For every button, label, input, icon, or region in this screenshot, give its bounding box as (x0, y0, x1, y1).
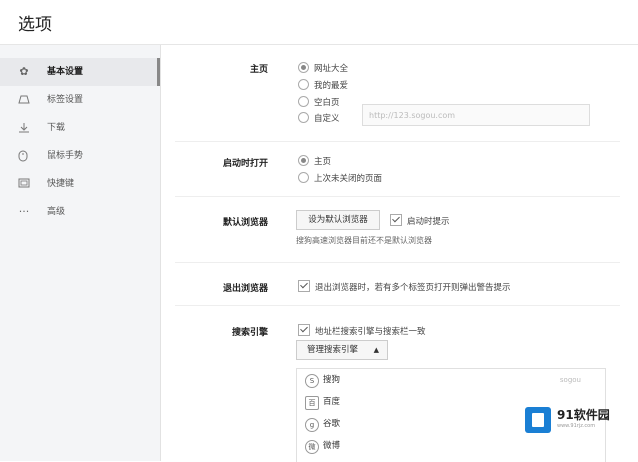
default-browser-note: 搜狗高速浏览器目前还不是默认浏览器 (296, 236, 432, 245)
exit-warning-checkbox[interactable]: 退出浏览器时，若有多个标签页打开则弹出警告提示 (298, 280, 511, 293)
gear-icon: ✿ (19, 65, 29, 78)
manage-search-engine-button[interactable]: 管理搜索引擎 ▲ (296, 340, 388, 360)
sidebar-item-label: 快捷键 (47, 179, 75, 189)
window-header: 选项 (0, 0, 638, 45)
sogou-icon: S (305, 374, 319, 388)
sidebar-item-basic[interactable]: ✿ 基本设置 (0, 58, 160, 86)
radio-icon (298, 112, 309, 123)
window-title: 选项 (18, 15, 52, 35)
sidebar-item-shortcuts[interactable]: 快捷键 (0, 170, 160, 198)
set-default-browser-button[interactable]: 设为默认浏览器 (296, 210, 380, 230)
tab-icon (18, 86, 30, 104)
baidu-icon: 百 (305, 396, 319, 410)
startup-option-last-session[interactable]: 上次未关闭的页面 (298, 172, 382, 184)
exit-browser-label: 退出浏览器 (222, 284, 268, 294)
sidebar-item-download[interactable]: 下载 (0, 114, 160, 142)
download-icon (18, 114, 30, 134)
mouse-icon (18, 142, 30, 162)
search-engine-label: 搜索引擎 (231, 328, 268, 338)
divider (175, 196, 620, 197)
list-item[interactable]: S 搜狗 sogou (297, 369, 605, 391)
sidebar-item-tabs[interactable]: 标签设置 (0, 86, 160, 114)
sidebar: ✿ 基本设置 标签设置 下载 鼠标手势 快捷键 ··· 高级 (0, 45, 161, 461)
sidebar-item-label: 下载 (47, 123, 66, 133)
sidebar-item-mouse-gesture[interactable]: 鼠标手势 (0, 142, 160, 170)
divider (175, 262, 620, 263)
weibo-icon: 微 (305, 440, 319, 454)
divider (175, 305, 620, 306)
watermark-logo-icon (525, 407, 551, 433)
caret-up-icon: ▲ (373, 346, 379, 354)
startup-label: 启动时打开 (222, 159, 268, 169)
google-icon: g (305, 418, 319, 432)
list-item[interactable]: 微 微博 (297, 435, 605, 457)
custom-homepage-input[interactable]: http://123.sogou.com (362, 104, 590, 126)
sidebar-item-advanced[interactable]: ··· 高级 (0, 198, 160, 226)
default-browser-label: 默认浏览器 (222, 218, 268, 228)
divider (175, 141, 620, 142)
homepage-option-favorites[interactable]: 我的最爱 (298, 79, 348, 91)
radio-icon (298, 172, 309, 183)
radio-icon (298, 96, 309, 107)
radio-icon (298, 155, 309, 166)
watermark: 91软件园 www.91rjz.com (525, 405, 625, 435)
sidebar-item-label: 标签设置 (47, 95, 84, 105)
sidebar-item-label: 基本设置 (47, 67, 84, 77)
homepage-option-nav[interactable]: 网址大全 (298, 62, 348, 74)
checkbox-icon (390, 214, 402, 226)
sidebar-item-label: 鼠标手势 (47, 151, 84, 161)
checkbox-icon (298, 324, 310, 336)
homepage-option-blank[interactable]: 空白页 (298, 96, 340, 108)
radio-icon (298, 62, 309, 73)
more-icon: ··· (18, 205, 30, 218)
homepage-label: 主页 (249, 65, 268, 75)
watermark-subtext: www.91rjz.com (557, 423, 596, 429)
watermark-text: 91软件园 (557, 408, 610, 422)
keyboard-icon (18, 170, 30, 188)
checkbox-icon (298, 280, 310, 292)
startup-option-homepage[interactable]: 主页 (298, 155, 331, 167)
homepage-option-custom[interactable]: 自定义 (298, 112, 340, 124)
radio-icon (298, 79, 309, 90)
sync-search-engine-checkbox[interactable]: 地址栏搜索引擎与搜索栏一致 (298, 324, 426, 337)
startup-prompt-checkbox[interactable]: 启动时提示 (390, 214, 450, 227)
sidebar-item-label: 高级 (47, 207, 66, 217)
